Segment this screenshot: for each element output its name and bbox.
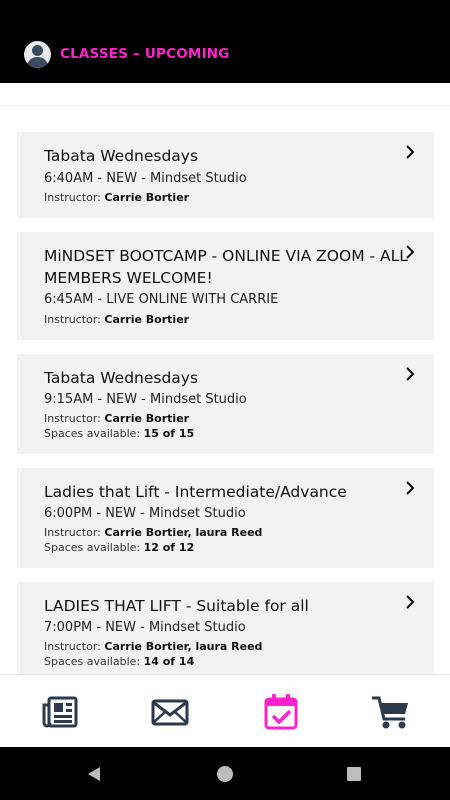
class-spaces: Spaces available: 15 of 15 bbox=[44, 427, 195, 440]
class-time: 7:00PM - NEW - Mindset Studio bbox=[44, 620, 246, 635]
avatar-head bbox=[32, 45, 43, 56]
chevron-right-icon bbox=[406, 245, 415, 259]
class-instructor: Instructor: Carrie Bortier bbox=[44, 412, 190, 425]
class-list[interactable]: Tabata Wednesdays 6:40AM - NEW - Mindset… bbox=[0, 106, 450, 674]
class-instructor: Instructor: Carrie Bortier, laura Reed bbox=[44, 526, 263, 539]
class-spaces: Spaces available: 12 of 12 bbox=[44, 541, 195, 554]
class-instructor: Instructor: Carrie Bortier, laura Reed bbox=[44, 640, 263, 653]
recents-icon[interactable] bbox=[346, 766, 362, 782]
cart-icon[interactable] bbox=[371, 693, 411, 731]
class-spaces: Spaces available: 14 of 14 bbox=[44, 655, 195, 668]
chevron-right-icon bbox=[406, 367, 415, 381]
class-name: Ladies that Lift - Intermediate/Advance bbox=[44, 483, 347, 501]
class-card[interactable]: Ladies that Lift - Intermediate/Advance … bbox=[17, 468, 434, 568]
class-time: 9:15AM - NEW - Mindset Studio bbox=[44, 392, 247, 407]
class-time: 6:00PM - NEW - Mindset Studio bbox=[44, 506, 246, 521]
class-instructor: Instructor: Carrie Bortier bbox=[44, 313, 190, 326]
class-card[interactable]: Tabata Wednesdays 6:40AM - NEW - Mindset… bbox=[17, 132, 434, 218]
chevron-right-icon bbox=[406, 145, 415, 159]
class-name: Tabata Wednesdays bbox=[44, 369, 199, 387]
avatar-body bbox=[27, 57, 48, 68]
news-icon[interactable] bbox=[40, 693, 80, 731]
page-title: CLASSES – UPCOMING bbox=[60, 46, 230, 62]
avatar[interactable] bbox=[24, 41, 51, 68]
class-time: 6:40AM - NEW - Mindset Studio bbox=[44, 171, 247, 186]
class-card[interactable]: MiNDSET BOOTCAMP - ONLINE VIA ZOOM - ALL… bbox=[17, 232, 434, 340]
calendar-check-icon[interactable] bbox=[261, 693, 301, 731]
class-card[interactable]: LADIES THAT LIFT - Suitable for all 7:00… bbox=[17, 582, 434, 674]
back-icon[interactable] bbox=[85, 765, 103, 783]
class-name: Tabata Wednesdays bbox=[44, 147, 199, 165]
system-nav-bar bbox=[0, 747, 450, 800]
class-card[interactable]: Tabata Wednesdays 9:15AM - NEW - Mindset… bbox=[17, 354, 434, 454]
mail-icon[interactable] bbox=[150, 693, 190, 731]
class-name: LADIES THAT LIFT - Suitable for all bbox=[44, 597, 309, 615]
class-instructor: Instructor: Carrie Bortier bbox=[44, 191, 190, 204]
home-icon[interactable] bbox=[216, 765, 234, 783]
class-time: 6:45AM - LIVE ONLINE WITH CARRIE bbox=[44, 292, 279, 307]
chevron-right-icon bbox=[406, 595, 415, 609]
class-name: MiNDSET BOOTCAMP - ONLINE VIA ZOOM - ALL… bbox=[44, 247, 408, 287]
app-header: CLASSES – UPCOMING bbox=[0, 0, 450, 83]
chevron-right-icon bbox=[406, 481, 415, 495]
bottom-tab-bar bbox=[0, 674, 450, 747]
